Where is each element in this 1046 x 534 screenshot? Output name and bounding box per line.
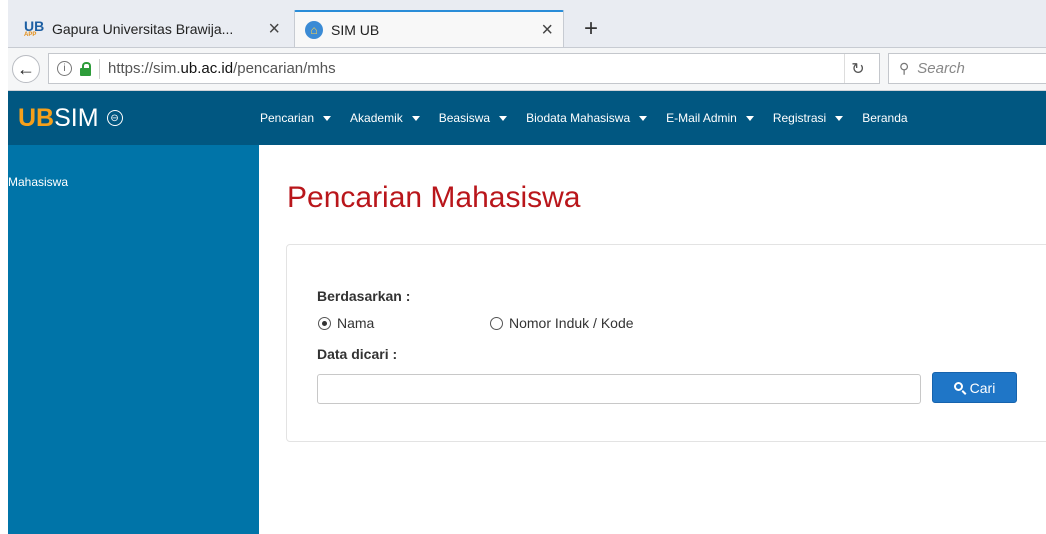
address-bar[interactable]: i https://sim.ub.ac.id/pencarian/mhs ↻ xyxy=(48,53,880,84)
ub-favicon-icon: UB APP xyxy=(24,18,45,38)
menu-email-admin[interactable]: E-Mail Admin xyxy=(666,91,754,145)
reload-icon[interactable]: ↻ xyxy=(844,54,871,83)
tab-gapura[interactable]: UB APP Gapura Universitas Brawija... × xyxy=(14,10,290,47)
data-dicari-label: Data dicari : xyxy=(317,346,398,362)
tab-title: SIM UB xyxy=(331,21,380,38)
brand-sim: SIM xyxy=(54,103,99,132)
browser-nav-bar: ← i https://sim.ub.ac.id/pencarian/mhs ↻… xyxy=(8,48,1046,91)
menu-akademik[interactable]: Akademik xyxy=(350,91,420,145)
search-placeholder: Search xyxy=(917,60,965,77)
cari-button[interactable]: Cari xyxy=(932,372,1017,403)
menu-biodata-mahasiswa[interactable]: Biodata Mahasiswa xyxy=(526,91,648,145)
cari-label: Cari xyxy=(969,379,996,396)
brand-logo[interactable]: UB SIM ⊖ xyxy=(18,104,258,133)
site-header: UB SIM ⊖ Pencarian Akademik Beasiswa Biod… xyxy=(8,91,1046,145)
caret-down-icon xyxy=(835,115,844,121)
url-text[interactable]: https://sim.ub.ac.id/pencarian/mhs xyxy=(108,60,336,77)
lock-icon[interactable] xyxy=(80,61,91,76)
sidebar-toggle-icon[interactable]: ⊖ xyxy=(106,110,123,126)
close-tab-icon[interactable]: × xyxy=(268,19,280,39)
radio-label: Nomor Induk / Kode xyxy=(509,315,634,331)
menu-beasiswa[interactable]: Beasiswa xyxy=(439,91,508,145)
close-tab-icon[interactable]: × xyxy=(541,20,553,40)
main-menu: Pencarian Akademik Beasiswa Biodata Maha… xyxy=(258,91,908,145)
back-button[interactable]: ← xyxy=(12,55,40,83)
caret-down-icon xyxy=(499,115,508,121)
caret-down-icon xyxy=(745,115,754,121)
caret-down-icon xyxy=(411,115,420,121)
divider xyxy=(99,58,100,79)
tab-title: Gapura Universitas Brawija... xyxy=(52,20,234,37)
radio-selected-icon[interactable] xyxy=(318,316,331,330)
radio-unselected-icon[interactable] xyxy=(490,316,503,330)
browser-search-field[interactable]: ⚲ Search xyxy=(888,53,1046,84)
caret-down-icon xyxy=(323,115,332,121)
menu-beranda[interactable]: Beranda xyxy=(862,91,907,145)
radio-label: Nama xyxy=(337,315,375,331)
radio-nomor-induk[interactable]: Nomor Induk / Kode xyxy=(490,315,634,331)
radio-nama[interactable]: Nama xyxy=(318,315,374,331)
brand-ub: UB xyxy=(18,103,55,132)
menu-pencarian[interactable]: Pencarian xyxy=(260,91,332,145)
berdasarkan-label: Berdasarkan : xyxy=(317,288,411,304)
browser-tab-strip: UB APP Gapura Universitas Brawija... × ⌂… xyxy=(8,0,1046,48)
caret-down-icon xyxy=(639,115,648,121)
search-input[interactable] xyxy=(317,374,921,404)
home-icon: ⌂ xyxy=(305,20,323,39)
search-panel xyxy=(286,244,1046,442)
search-icon: ⚲ xyxy=(899,60,910,76)
info-icon[interactable]: i xyxy=(57,61,72,76)
search-icon xyxy=(953,382,963,391)
menu-registrasi[interactable]: Registrasi xyxy=(773,91,844,145)
sidebar: Mahasiswa xyxy=(8,145,259,534)
page-title: Pencarian Mahasiswa xyxy=(287,181,581,214)
new-tab-button[interactable]: + xyxy=(574,10,608,47)
sidebar-item-mahasiswa[interactable]: Mahasiswa xyxy=(8,175,68,189)
tab-sim-ub[interactable]: ⌂ SIM UB × xyxy=(294,10,564,47)
